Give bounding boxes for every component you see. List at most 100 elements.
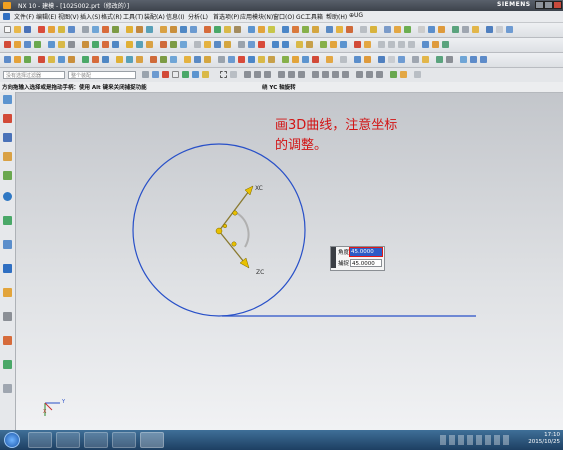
feature-group-icon[interactable] [320, 41, 327, 48]
angle-input[interactable]: 45.0000 [349, 247, 383, 257]
boss-icon[interactable] [92, 26, 99, 33]
copy-icon[interactable] [296, 41, 303, 48]
shell-icon[interactable] [180, 26, 187, 33]
menu-view[interactable]: 视图(V) [58, 12, 79, 21]
curve-length-icon[interactable] [180, 41, 187, 48]
move-object-icon[interactable] [404, 26, 411, 33]
snap-bounded-icon[interactable] [342, 71, 349, 78]
global-shaping-icon[interactable] [170, 56, 177, 63]
snap-input[interactable]: 45.0000 [350, 259, 382, 267]
point-on-curve-icon[interactable] [302, 56, 309, 63]
paste-icon[interactable] [306, 41, 313, 48]
reuse-library-tab-icon[interactable] [3, 152, 12, 161]
assembly-navigator-icon[interactable] [438, 26, 445, 33]
snap-tangent-icon[interactable] [288, 71, 295, 78]
mid-point-icon[interactable] [238, 56, 245, 63]
constraint-navigator-tab-icon[interactable] [3, 114, 12, 123]
face-blend-icon[interactable] [150, 56, 157, 63]
translate-icon[interactable] [204, 41, 211, 48]
grid-icon[interactable] [340, 56, 347, 63]
reuse-library-icon[interactable] [452, 26, 459, 33]
label-notch-blend-icon[interactable] [136, 56, 143, 63]
taskbar-chrome-icon[interactable] [56, 432, 80, 448]
snap-clear-icon[interactable] [414, 71, 421, 78]
top-view-icon[interactable] [422, 41, 429, 48]
maximize-button[interactable] [544, 1, 553, 9]
expression-icon[interactable] [418, 26, 425, 33]
rotate-icon[interactable] [214, 41, 221, 48]
through-curves-icon[interactable] [282, 26, 289, 33]
menu-ug[interactable]: ⊕UG [349, 12, 363, 19]
snap-intersect-icon[interactable] [298, 71, 305, 78]
menu-tools[interactable]: 工具(T) [123, 12, 143, 21]
mirror-icon[interactable] [214, 26, 221, 33]
style-blend-icon[interactable] [160, 56, 167, 63]
spline-icon[interactable] [48, 41, 55, 48]
subtract-icon[interactable] [136, 26, 143, 33]
trim-body-icon[interactable] [224, 26, 231, 33]
snap-midpoint-icon[interactable] [254, 71, 261, 78]
cube-view-icon[interactable] [470, 56, 477, 63]
intersect-icon[interactable] [146, 26, 153, 33]
minimize-button[interactable] [535, 1, 544, 9]
pocket-icon[interactable] [102, 26, 109, 33]
part-navigator-tab-icon[interactable] [3, 133, 12, 142]
draft-icon[interactable] [190, 26, 197, 33]
offset-curve-icon[interactable] [82, 41, 89, 48]
divide-curve-icon[interactable] [170, 41, 177, 48]
tray-icons[interactable] [440, 435, 512, 445]
x-form-icon[interactable] [184, 56, 191, 63]
deselect-icon[interactable] [162, 71, 169, 78]
sew-icon[interactable] [268, 26, 275, 33]
split-body-icon[interactable] [234, 26, 241, 33]
replace-face-icon[interactable] [58, 56, 65, 63]
taskbar-sogou-icon[interactable] [28, 432, 52, 448]
point-icon[interactable] [34, 41, 41, 48]
join-curve-icon[interactable] [112, 41, 119, 48]
section-view-icon[interactable] [354, 56, 361, 63]
shaded-view-icon[interactable] [486, 26, 493, 33]
menu-edit[interactable]: 编辑(E) [36, 12, 56, 21]
hide-icon[interactable] [238, 41, 245, 48]
extrude-icon[interactable] [48, 26, 55, 33]
taskbar-window-icon[interactable] [112, 432, 136, 448]
rectangle-select-icon[interactable] [220, 71, 227, 78]
menu-application[interactable]: 应用模块(N) [240, 12, 273, 21]
select-body-icon[interactable] [192, 71, 199, 78]
nx-app-icon[interactable] [3, 2, 11, 9]
front-view-icon[interactable] [432, 41, 439, 48]
system-materials-tab-icon[interactable] [3, 312, 12, 321]
type-filter-dropdown[interactable]: 没有选择过滤器 [3, 71, 65, 79]
ruled-icon[interactable] [302, 26, 309, 33]
fit-icon[interactable] [378, 41, 385, 48]
snap-control-icon[interactable] [356, 71, 363, 78]
menu-window[interactable]: 窗口(O) [273, 12, 294, 21]
close-button[interactable] [553, 1, 562, 9]
rotate-handle-mid[interactable] [222, 223, 228, 229]
taskbar-explorer-icon[interactable] [84, 432, 108, 448]
project-curve-icon[interactable] [92, 41, 99, 48]
palette-tab-icon[interactable] [3, 384, 12, 393]
delete-face-icon[interactable] [68, 56, 75, 63]
manufacturing-wizards-tab-icon[interactable] [3, 264, 12, 273]
select-all-icon[interactable] [152, 71, 159, 78]
body-color-icon[interactable] [354, 41, 361, 48]
menu-format[interactable]: 格式(R) [101, 12, 122, 21]
snap-quadrant-icon[interactable] [312, 71, 319, 78]
sketch-icon[interactable] [38, 26, 45, 33]
line-icon[interactable] [4, 41, 11, 48]
snap-settings-icon[interactable] [326, 56, 333, 63]
wireframe-view-icon[interactable] [496, 26, 503, 33]
unite-icon[interactable] [126, 26, 133, 33]
resize-blend-icon[interactable] [102, 56, 109, 63]
assembly-navigator-tab-icon[interactable] [3, 95, 12, 104]
studio-surface-icon[interactable] [326, 26, 333, 33]
show-icon[interactable] [248, 41, 255, 48]
hole-icon[interactable] [82, 26, 89, 33]
undo-icon[interactable] [272, 41, 279, 48]
perspective-icon[interactable] [436, 56, 443, 63]
snap-face-icon[interactable] [332, 71, 339, 78]
dimetric-view-icon[interactable] [480, 56, 487, 63]
offset-region-icon[interactable] [126, 56, 133, 63]
save-icon[interactable] [24, 26, 31, 33]
